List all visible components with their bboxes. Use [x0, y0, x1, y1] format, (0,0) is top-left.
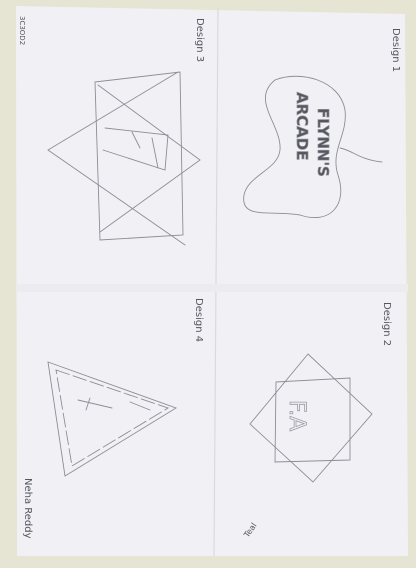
design-4-label: Design 4	[193, 298, 204, 342]
design-3-label: Design 3	[194, 18, 205, 62]
logo-fa: F.A	[284, 400, 309, 431]
design-2-label: Design 2	[381, 302, 392, 346]
sheet-code: 3C3OD2	[18, 16, 26, 45]
sketch-photo: FLYNN'S ARCADE Design 1 Design 3 3C3OD2 …	[16, 6, 408, 557]
paper-sheet	[16, 6, 408, 556]
logo-line-2: ARCADE	[293, 92, 311, 160]
author-signature: Neha Reddy	[22, 478, 33, 539]
design-1-label: Design 1	[390, 28, 401, 72]
logo-line-1: FLYNN'S	[314, 108, 332, 177]
fold-shadow	[16, 284, 408, 292]
